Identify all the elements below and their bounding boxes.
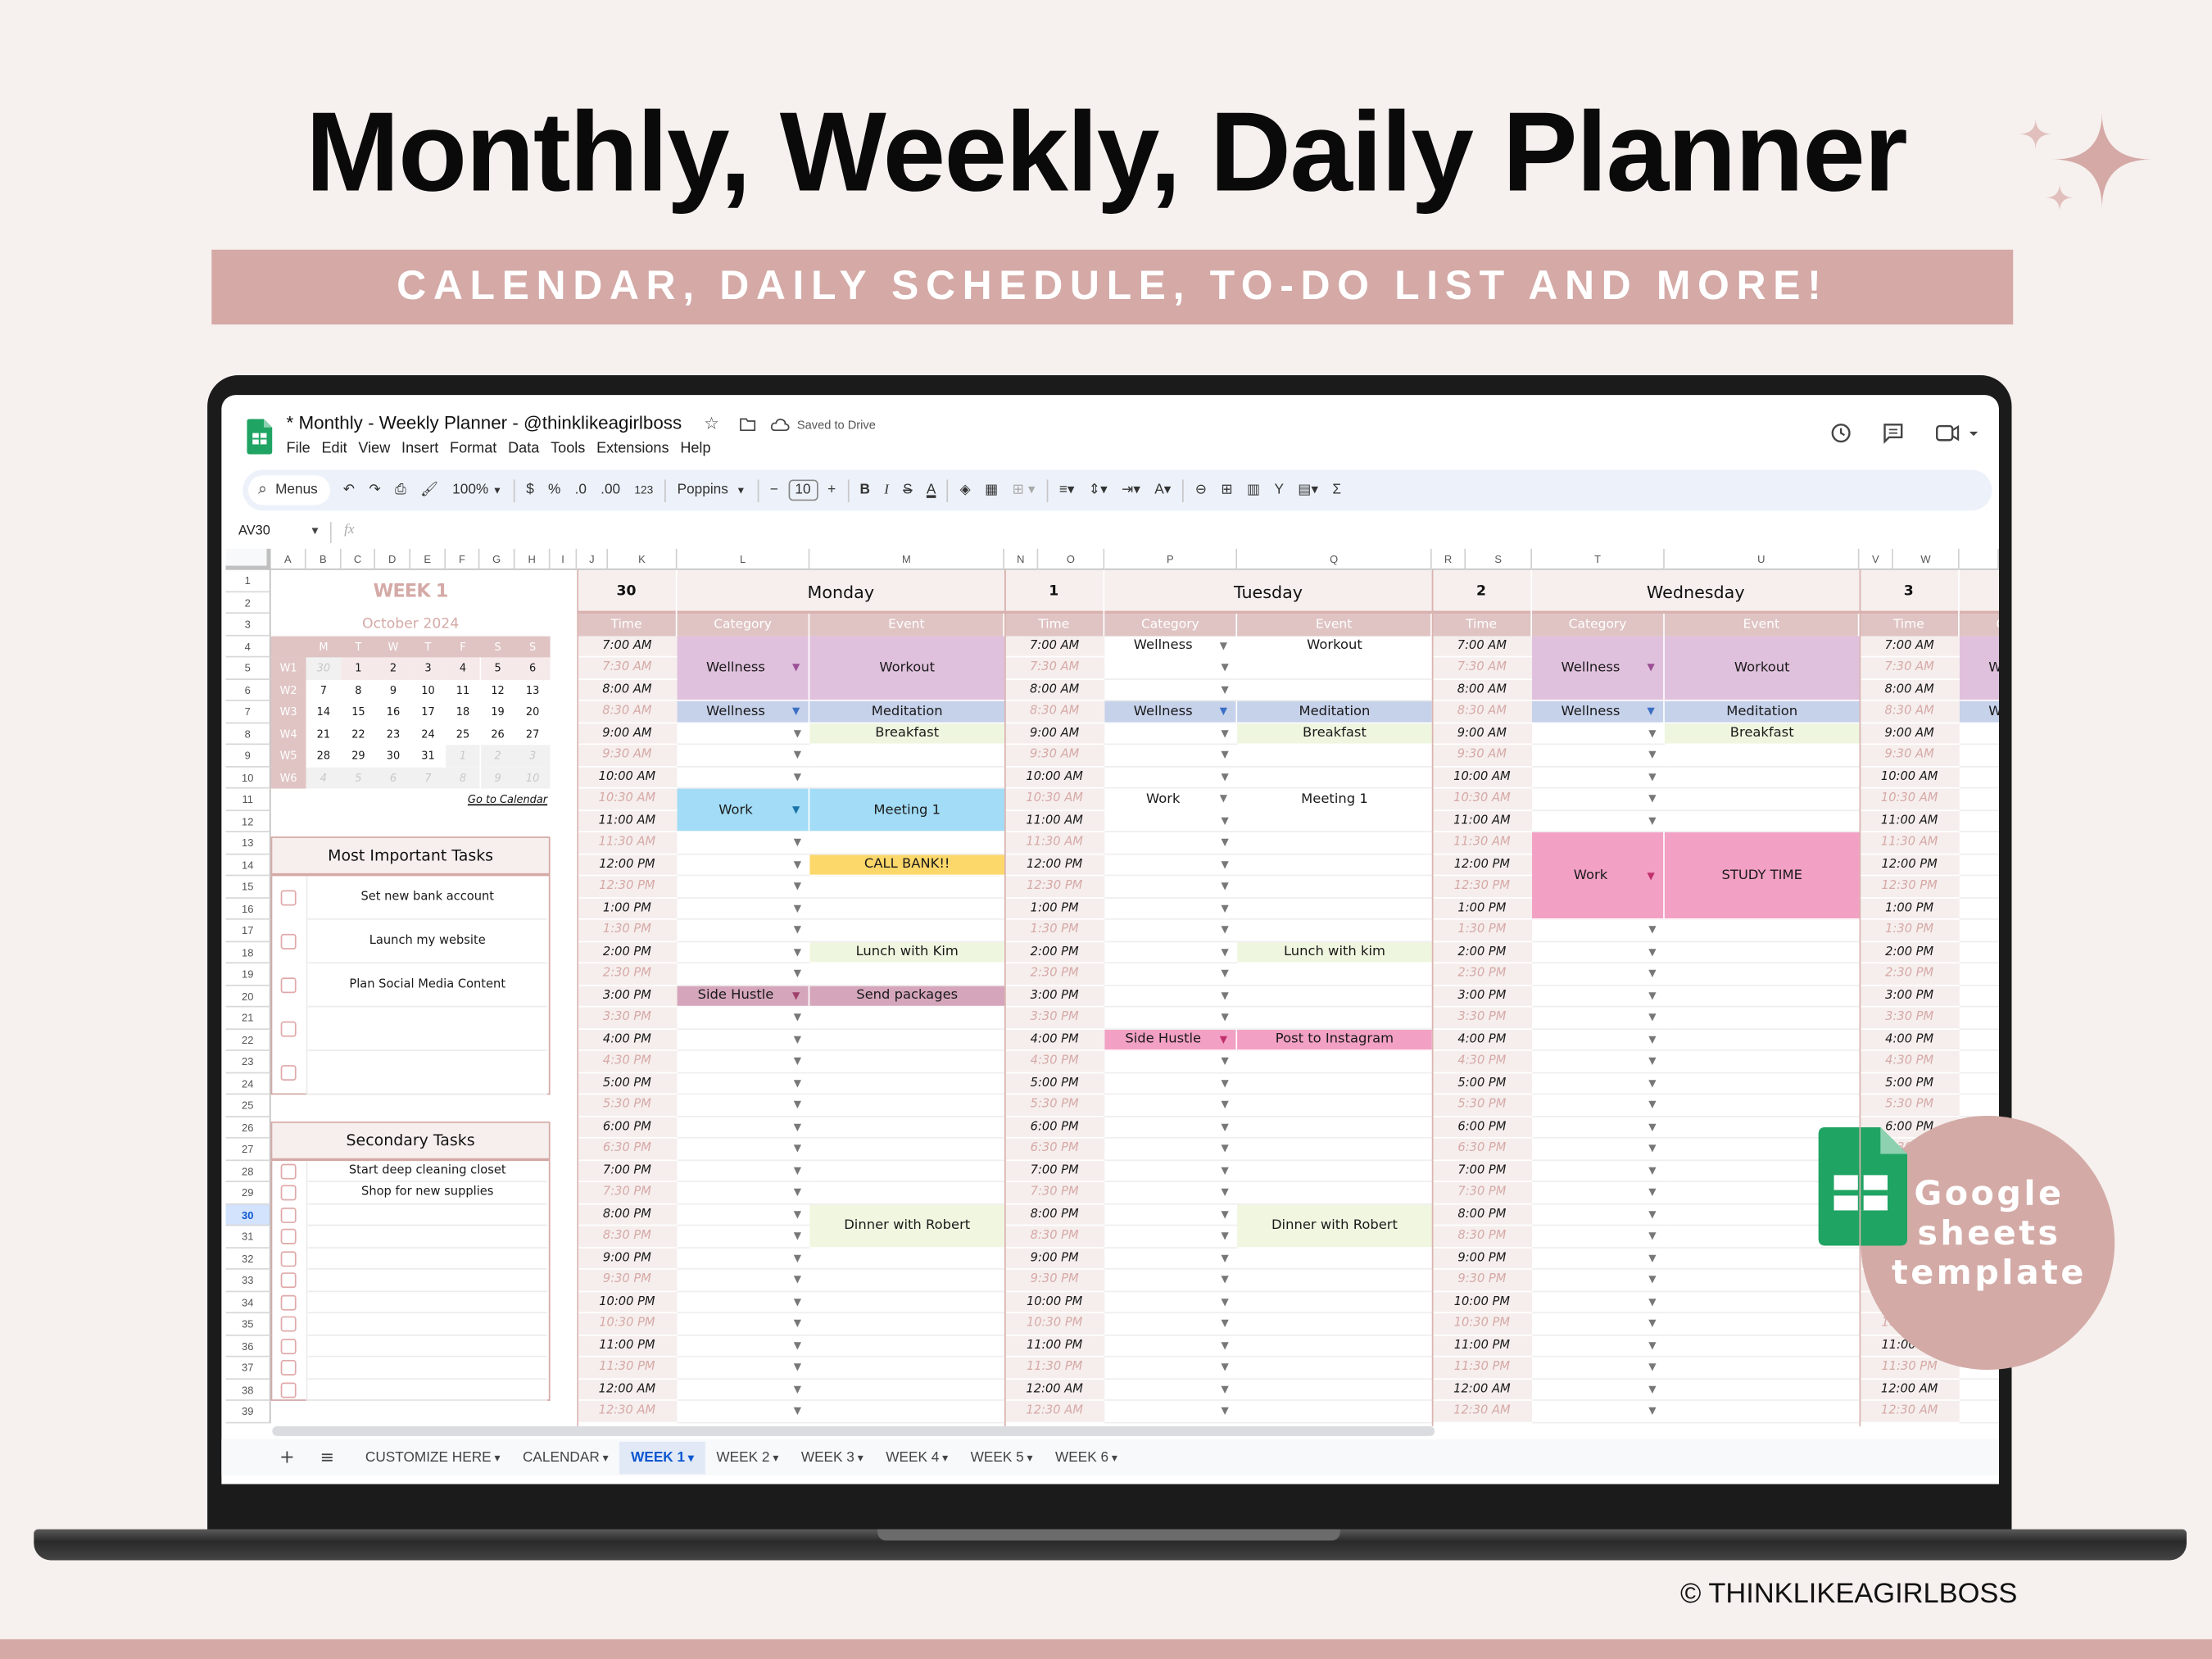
hero-title: Monthly, Weekly, Daily Planner [305,88,1908,215]
hero-subtitle-banner: CALENDAR, DAILY SCHEDULE, TO-DO LIST AND… [211,249,2014,325]
badge-line: template [1892,1253,2087,1293]
copyright: © THINKLIKEAGIRLBOSS [1680,1578,2018,1610]
laptop-notch [877,1529,1340,1541]
bottom-strip [0,1639,2212,1659]
badge-text: Google sheets template [1883,1174,2095,1293]
badge-line: sheets [1917,1213,2061,1253]
spreadsheet-window [221,395,1999,1484]
sparkle-icon [2019,112,2151,212]
page: Monthly, Weekly, Daily Planner CALENDAR,… [0,0,2212,1659]
badge-line: Google [1914,1173,2065,1213]
